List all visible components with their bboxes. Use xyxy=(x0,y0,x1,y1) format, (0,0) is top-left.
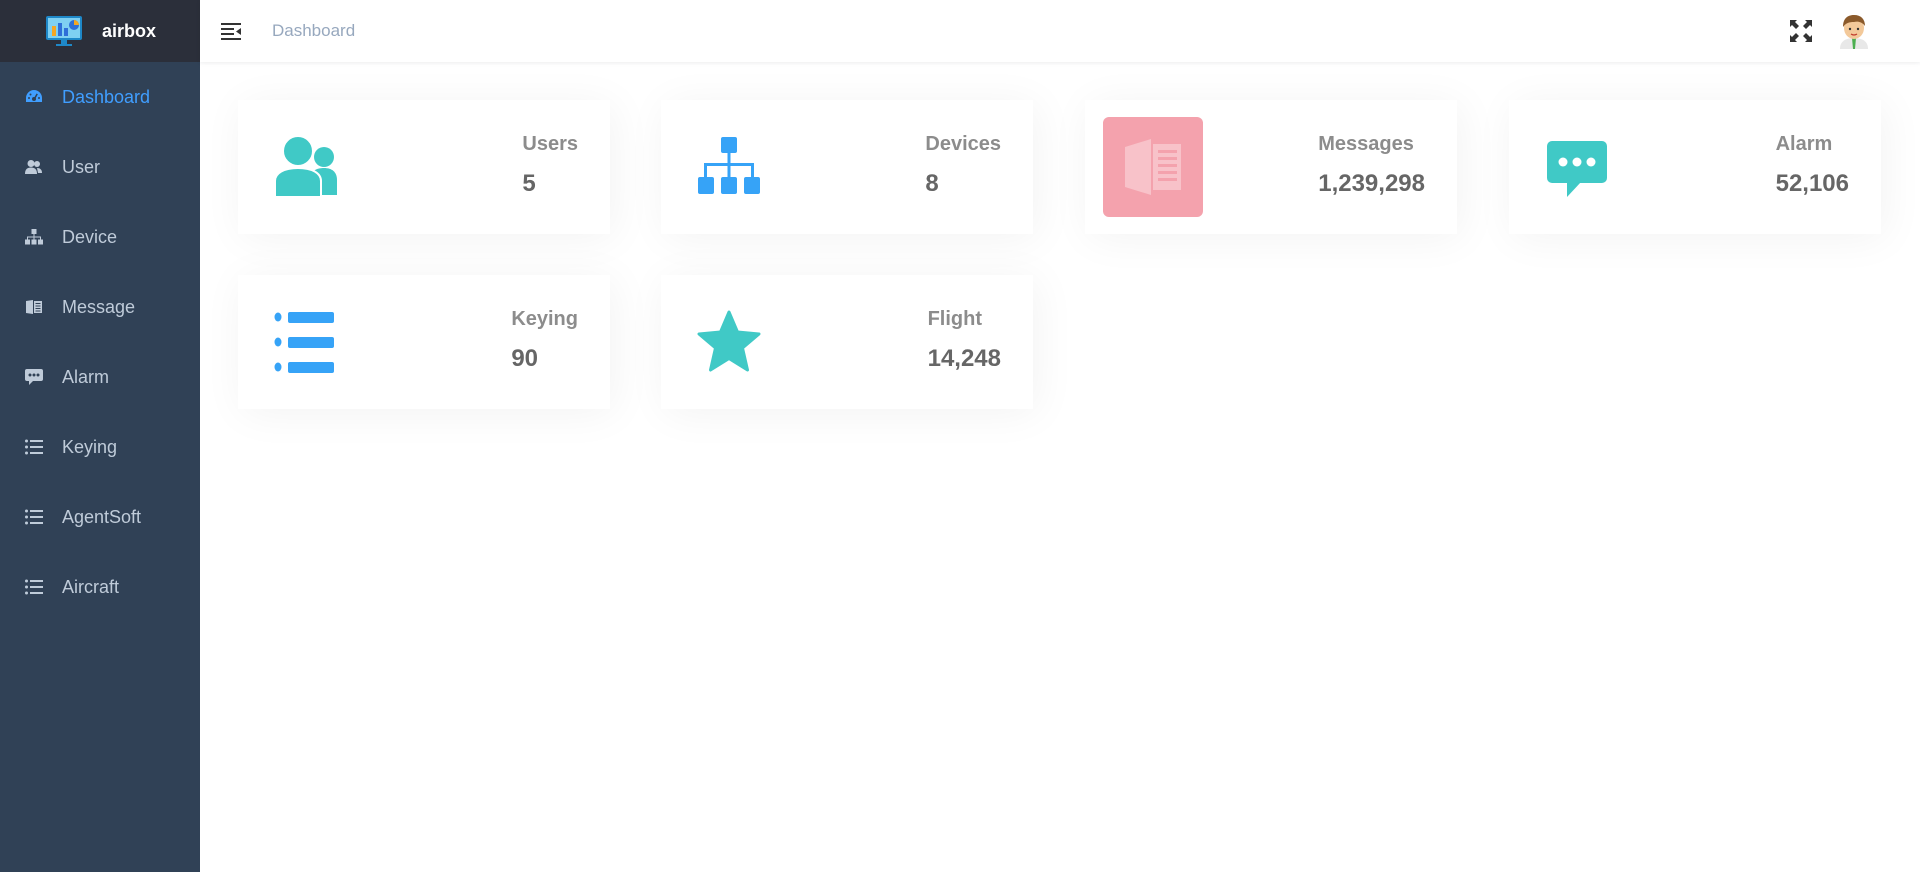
panel-keying[interactable]: Keying 90 xyxy=(238,275,610,409)
panel-messages[interactable]: Messages 1,239,298 xyxy=(1085,100,1457,234)
user-icon xyxy=(24,157,44,177)
panel-value: 8 xyxy=(925,170,939,197)
sidebar-menu: Dashboard User Device Message Alarm Keyi… xyxy=(0,62,200,622)
peoples-icon xyxy=(256,117,356,217)
panel-label: Flight xyxy=(927,308,983,330)
panel-alarm[interactable]: Alarm 52,106 xyxy=(1509,100,1881,234)
sidebar-item-agentsoft[interactable]: AgentSoft xyxy=(0,482,200,552)
sidebar-item-device[interactable]: Device xyxy=(0,202,200,272)
logo-icon xyxy=(45,16,82,46)
panel-value: 90 xyxy=(511,345,539,372)
breadcrumb: Dashboard xyxy=(272,21,356,40)
list-icon xyxy=(24,507,44,527)
message-icon xyxy=(24,297,44,317)
app-name: airbox xyxy=(101,20,157,41)
sidebar-item-keying[interactable]: Keying xyxy=(0,412,200,482)
panel-value: 5 xyxy=(522,170,536,197)
right-menu xyxy=(1788,0,1920,62)
fullscreen-icon[interactable] xyxy=(1788,18,1814,44)
panel-label: Users xyxy=(522,133,578,155)
sidebar-item-aircraft[interactable]: Aircraft xyxy=(0,552,200,622)
panel-value: 14,248 xyxy=(927,345,1001,372)
panel-value: 52,106 xyxy=(1775,170,1849,197)
sidebar-item-user[interactable]: User xyxy=(0,132,200,202)
sidebar-item-label: Message xyxy=(62,296,136,317)
sidebar-item-label: Aircraft xyxy=(62,576,120,597)
logo-link[interactable]: airbox xyxy=(0,0,200,62)
navbar: Dashboard xyxy=(200,0,1920,62)
panel-devices[interactable]: Devices 8 xyxy=(661,100,1033,234)
tree-icon xyxy=(679,117,779,217)
tree-icon xyxy=(24,227,44,247)
sidebar-item-message[interactable]: Message xyxy=(0,272,200,342)
panel-flight[interactable]: Flight 14,248 xyxy=(661,275,1033,409)
sidebar-item-label: Alarm xyxy=(62,366,110,387)
avatar[interactable] xyxy=(1836,13,1872,49)
sidebar-item-label: Keying xyxy=(62,436,118,457)
sidebar-item-label: Device xyxy=(62,226,118,247)
sidebar-item-label: User xyxy=(62,156,101,177)
panel-label: Alarm xyxy=(1775,133,1833,155)
list-icon xyxy=(24,577,44,597)
star-icon xyxy=(679,292,779,392)
panel-label: Keying xyxy=(511,308,578,330)
sidebar-item-dashboard[interactable]: Dashboard xyxy=(0,62,200,132)
list-icon xyxy=(256,292,356,392)
message-icon xyxy=(1103,117,1203,217)
chat-icon xyxy=(1527,117,1627,217)
dashboard-icon xyxy=(24,87,44,107)
panel-label: Devices xyxy=(925,133,1001,155)
panel-value: 1,239,298 xyxy=(1318,170,1425,197)
panel-users[interactable]: Users 5 xyxy=(238,100,610,234)
panel-label: Messages xyxy=(1318,133,1414,155)
list-icon xyxy=(24,437,44,457)
hamburger-icon[interactable] xyxy=(220,20,242,42)
chat-icon xyxy=(24,367,44,387)
sidebar-item-alarm[interactable]: Alarm xyxy=(0,342,200,412)
sidebar-item-label: Dashboard xyxy=(62,86,151,107)
sidebar-item-label: AgentSoft xyxy=(62,506,142,527)
sidebar: airbox Dashboard User Device Message Ala… xyxy=(0,0,200,872)
